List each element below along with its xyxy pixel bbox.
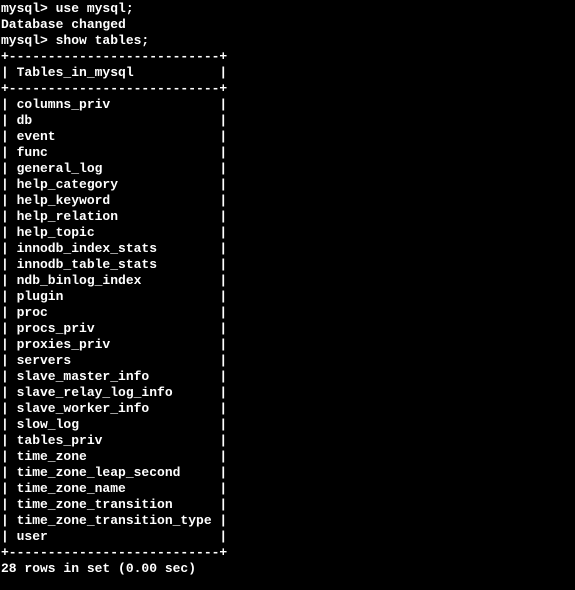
table-row: | time_zone_name |	[1, 481, 575, 497]
command-line-2: mysql> show tables;	[1, 33, 575, 49]
table-row: | help_topic |	[1, 225, 575, 241]
table-row: | help_keyword |	[1, 193, 575, 209]
prompt: mysql>	[1, 1, 56, 16]
table-row: | help_relation |	[1, 209, 575, 225]
table-row: | event |	[1, 129, 575, 145]
command-line-1: mysql> use mysql;	[1, 1, 575, 17]
table-row: | slave_relay_log_info |	[1, 385, 575, 401]
table-row: | innodb_index_stats |	[1, 241, 575, 257]
table-row: | servers |	[1, 353, 575, 369]
table-row: | innodb_table_stats |	[1, 257, 575, 273]
table-row: | help_category |	[1, 177, 575, 193]
table-row: | ndb_binlog_index |	[1, 273, 575, 289]
table-row: | db |	[1, 113, 575, 129]
table-row: | func |	[1, 145, 575, 161]
table-row: | tables_priv |	[1, 433, 575, 449]
table-row: | slave_master_info |	[1, 369, 575, 385]
table-border-mid: +---------------------------+	[1, 81, 575, 97]
table-border-bottom: +---------------------------+	[1, 545, 575, 561]
table-row: | plugin |	[1, 289, 575, 305]
command: use mysql;	[56, 1, 134, 16]
table-row: | time_zone_leap_second |	[1, 465, 575, 481]
table-row: | procs_priv |	[1, 321, 575, 337]
table-row: | slave_worker_info |	[1, 401, 575, 417]
table-row: | proxies_priv |	[1, 337, 575, 353]
table-row: | proc |	[1, 305, 575, 321]
response-line: Database changed	[1, 17, 575, 33]
table-row: | time_zone_transition |	[1, 497, 575, 513]
prompt: mysql>	[1, 33, 56, 48]
command: show tables;	[56, 33, 150, 48]
table-row: | slow_log |	[1, 417, 575, 433]
table-row: | user |	[1, 529, 575, 545]
table-row: | general_log |	[1, 161, 575, 177]
summary-line: 28 rows in set (0.00 sec)	[1, 561, 575, 577]
terminal-output[interactable]: mysql> use mysql; Database changed mysql…	[0, 0, 575, 577]
table-header: | Tables_in_mysql |	[1, 65, 575, 81]
table-row: | time_zone_transition_type |	[1, 513, 575, 529]
table-row: | time_zone |	[1, 449, 575, 465]
table-border-top: +---------------------------+	[1, 49, 575, 65]
table-row: | columns_priv |	[1, 97, 575, 113]
